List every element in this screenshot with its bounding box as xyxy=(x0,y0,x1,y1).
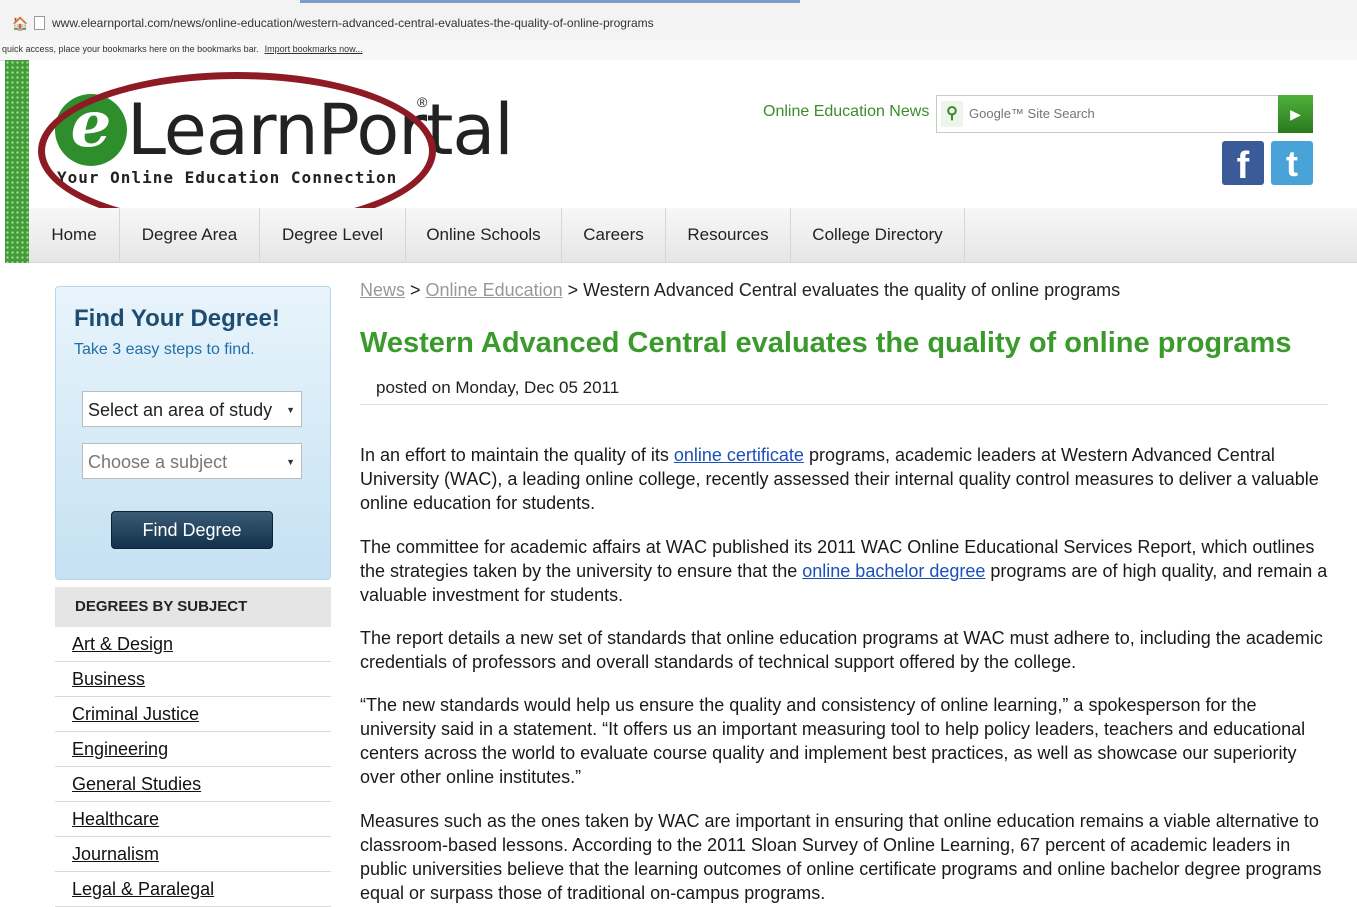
nav-home[interactable]: Home xyxy=(29,208,120,262)
registered-mark: ® xyxy=(417,94,428,110)
bookmarks-bar-text: quick access, place your bookmarks here … xyxy=(2,44,363,54)
breadcrumb-separator: > xyxy=(562,280,584,300)
online-certificate-link[interactable]: online certificate xyxy=(674,445,804,465)
breadcrumb-online-education-link[interactable]: Online Education xyxy=(426,280,563,300)
subject-item-legal-paralegal[interactable]: Legal & Paralegal xyxy=(55,872,331,907)
article-paragraph-4: “The new standards would help us ensure … xyxy=(360,695,1306,787)
subject-link[interactable]: Criminal Justice xyxy=(72,704,199,724)
find-degree-widget: Find Your Degree! Take 3 easy steps to f… xyxy=(55,286,331,580)
site-search: ⚲ xyxy=(936,95,1280,133)
subjects-header: DEGREES BY SUBJECT xyxy=(55,587,331,627)
search-icon: ⚲ xyxy=(941,101,963,127)
subject-item-general-studies[interactable]: General Studies xyxy=(55,767,331,802)
subject-link[interactable]: Business xyxy=(72,669,145,689)
find-degree-title: Find Your Degree! xyxy=(74,305,280,332)
subject-item-journalism[interactable]: Journalism xyxy=(55,837,331,872)
nav-degree-level[interactable]: Degree Level xyxy=(260,208,406,262)
area-of-study-select[interactable]: Select an area of study ▼ xyxy=(82,391,302,427)
subject-link[interactable]: Art & Design xyxy=(72,634,173,654)
nav-degree-area[interactable]: Degree Area xyxy=(120,208,260,262)
breadcrumb-current: Western Advanced Central evaluates the q… xyxy=(583,280,1121,300)
search-go-button[interactable]: ▶ xyxy=(1278,95,1313,133)
subject-link[interactable]: Engineering xyxy=(72,739,168,759)
subject-item-business[interactable]: Business xyxy=(55,662,331,697)
subject-item-art-design[interactable]: Art & Design xyxy=(55,627,331,662)
find-degree-button[interactable]: Find Degree xyxy=(111,511,273,549)
facebook-icon[interactable]: f xyxy=(1222,141,1264,187)
page-icon xyxy=(34,16,45,30)
subject-item-criminal-justice[interactable]: Criminal Justice xyxy=(55,697,331,732)
search-input[interactable] xyxy=(965,99,1279,127)
online-education-news-link[interactable]: Online Education News xyxy=(763,103,929,121)
breadcrumb-news-link[interactable]: News xyxy=(360,280,405,300)
subject-link[interactable]: Legal & Paralegal xyxy=(72,879,214,899)
posted-date: posted on Monday, Dec 05 2011 xyxy=(376,378,620,397)
subject-link[interactable]: General Studies xyxy=(72,774,201,794)
subject-item-healthcare[interactable]: Healthcare xyxy=(55,802,331,837)
nav-resources[interactable]: Resources xyxy=(666,208,791,262)
subject-link[interactable]: Journalism xyxy=(72,844,159,864)
nav-college-directory[interactable]: College Directory xyxy=(791,208,965,262)
tab-strip-highlight xyxy=(300,0,800,3)
online-bachelor-degree-link[interactable]: online bachelor degree xyxy=(802,561,985,581)
home-icon[interactable]: 🏠 xyxy=(12,16,28,32)
bookmarks-bar: quick access, place your bookmarks here … xyxy=(0,40,1357,61)
article-paragraph-2: The committee for academic affairs at WA… xyxy=(360,535,1328,607)
article-paragraph-3: The report details a new set of standard… xyxy=(360,628,1323,672)
main-nav: Home Degree Area Degree Level Online Sch… xyxy=(29,208,1357,263)
chevron-down-icon: ▼ xyxy=(286,457,295,467)
degrees-by-subject: DEGREES BY SUBJECT Art & Design Business… xyxy=(55,587,331,907)
decorative-dot-strip xyxy=(5,60,29,263)
subject-link[interactable]: Healthcare xyxy=(72,809,159,829)
article-paragraph-1: In an effort to maintain the quality of … xyxy=(360,443,1328,515)
nav-online-schools[interactable]: Online Schools xyxy=(406,208,562,262)
nav-careers[interactable]: Careers xyxy=(562,208,666,262)
subject-select-value: Choose a subject xyxy=(88,452,228,472)
annotation-ellipse xyxy=(38,72,436,230)
breadcrumb: News > Online Education > Western Advanc… xyxy=(360,280,1120,301)
subject-item-engineering[interactable]: Engineering xyxy=(55,732,331,767)
browser-toolbar: 🏠 www.elearnportal.com/news/online-educa… xyxy=(0,0,1357,41)
twitter-icon[interactable]: t xyxy=(1271,141,1313,185)
find-degree-subtitle: Take 3 easy steps to find. xyxy=(74,341,255,358)
article-paragraph-5: Measures such as the ones taken by WAC a… xyxy=(360,811,1322,903)
import-bookmarks-link[interactable]: Import bookmarks now... xyxy=(265,44,363,54)
subject-select[interactable]: Choose a subject ▼ xyxy=(82,443,302,479)
article-title: Western Advanced Central evaluates the q… xyxy=(360,327,1292,359)
breadcrumb-separator: > xyxy=(405,280,426,300)
paragraph-text: In an effort to maintain the quality of … xyxy=(360,445,674,465)
chevron-down-icon: ▼ xyxy=(286,405,295,415)
address-bar[interactable]: www.elearnportal.com/news/online-educati… xyxy=(52,16,654,30)
area-select-value: Select an area of study xyxy=(88,400,273,420)
bookmarks-hint: quick access, place your bookmarks here … xyxy=(2,44,259,54)
divider xyxy=(360,404,1328,405)
